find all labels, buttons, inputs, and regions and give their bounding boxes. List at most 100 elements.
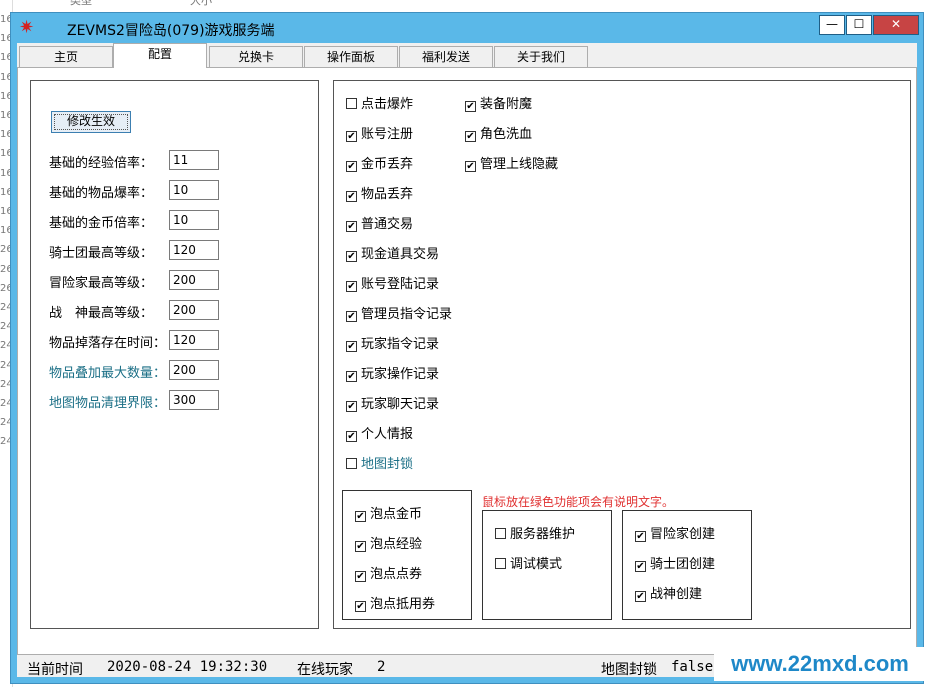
- tab-config[interactable]: 配置: [113, 43, 207, 68]
- tab-operation-panel[interactable]: 操作面板: [304, 46, 398, 67]
- checkbox-label: 玩家指令记录: [361, 337, 440, 352]
- checkbox-label: 现金道具交易: [361, 247, 440, 262]
- field-label: 地图物品清理界限：: [49, 396, 167, 411]
- map-clear-limit-input[interactable]: [169, 390, 219, 410]
- bg-col-size: 大小: [190, 0, 212, 7]
- title-bar[interactable]: ✷ ZEVMS2冒险岛(079)游戏服务端 — ☐ ✕: [11, 13, 923, 43]
- checked-checkbox-icon[interactable]: ✔: [346, 371, 357, 382]
- online-players-label: 在线玩家: [297, 662, 353, 678]
- checkbox-label: 角色洗血: [480, 127, 533, 142]
- client-area: 主页 配置 兑换卡 操作面板 福利发送 关于我们 修改生效 基础的经验倍率： 基…: [17, 43, 917, 678]
- checkbox-label: 泡点经验: [370, 537, 423, 552]
- option-checkbox[interactable]: ✔ 个人情报: [346, 423, 413, 442]
- unchecked-checkbox-icon[interactable]: [346, 458, 357, 469]
- field-label: 基础的经验倍率：: [49, 156, 154, 171]
- checked-checkbox-icon[interactable]: ✔: [346, 281, 357, 292]
- exp-rate-input[interactable]: [169, 150, 219, 170]
- aran-max-level-input[interactable]: [169, 300, 219, 320]
- option-checkbox[interactable]: ✔ 管理上线隐藏: [465, 153, 558, 172]
- checked-checkbox-icon[interactable]: ✔: [465, 161, 476, 172]
- checked-checkbox-icon[interactable]: ✔: [346, 221, 357, 232]
- checked-checkbox-icon[interactable]: ✔: [346, 251, 357, 262]
- adventurer-max-level-input[interactable]: [169, 270, 219, 290]
- tab-welfare[interactable]: 福利发送: [399, 46, 493, 67]
- checkbox-label: 调试模式: [510, 557, 563, 572]
- field-label: 战 神最高等级：: [49, 306, 154, 321]
- option-checkbox[interactable]: ✔ 金币丢弃: [346, 153, 414, 172]
- unchecked-checkbox-icon[interactable]: [346, 98, 357, 109]
- checked-checkbox-icon[interactable]: ✔: [346, 311, 357, 322]
- stack-max-input[interactable]: [169, 360, 219, 380]
- checked-checkbox-icon[interactable]: ✔: [346, 161, 357, 172]
- option-checkbox[interactable]: ✔ 玩家操作记录: [346, 363, 439, 382]
- checked-checkbox-icon[interactable]: ✔: [355, 541, 366, 552]
- checkbox-label: 泡点点券: [370, 567, 423, 582]
- option-checkbox[interactable]: ✔ 玩家指令记录: [346, 333, 440, 352]
- options-panel: 鼠标放在绿色功能项会有说明文字。 ✔ 泡点金币 ✔ 泡点经验 ✔ 泡点点券 ✔ 泡点抵用券 服…: [333, 80, 911, 629]
- field-label: 物品叠加最大数量：: [49, 366, 167, 381]
- knight-max-level-input[interactable]: [169, 240, 219, 260]
- tab-exchange-card[interactable]: 兑换卡: [209, 46, 303, 67]
- checked-checkbox-icon[interactable]: ✔: [346, 131, 357, 142]
- checkbox-label: 战神创建: [650, 587, 703, 602]
- create-checkbox[interactable]: ✔ 骑士团创建: [635, 553, 715, 572]
- checked-checkbox-icon[interactable]: ✔: [465, 101, 476, 112]
- hint-text: 鼠标放在绿色功能项会有说明文字。: [482, 495, 675, 509]
- app-logo-icon: ✷: [19, 17, 35, 38]
- checked-checkbox-icon[interactable]: ✔: [346, 191, 357, 202]
- meso-rate-input[interactable]: [169, 210, 219, 230]
- checked-checkbox-icon[interactable]: ✔: [355, 511, 366, 522]
- unchecked-checkbox-icon[interactable]: [495, 558, 506, 569]
- option-checkbox[interactable]: ✔ 玩家聊天记录: [346, 393, 440, 412]
- option-checkbox[interactable]: ✔ 物品丢弃: [346, 183, 414, 202]
- option-checkbox[interactable]: ✔ 普通交易: [346, 213, 414, 232]
- bubble-checkbox[interactable]: ✔ 泡点抵用券: [355, 593, 435, 612]
- checked-checkbox-icon[interactable]: ✔: [346, 431, 357, 442]
- tab-home[interactable]: 主页: [19, 46, 113, 67]
- window-title: ZEVMS2冒险岛(079)游戏服务端: [67, 23, 275, 39]
- create-checkbox[interactable]: ✔ 冒险家创建: [635, 523, 715, 542]
- checkbox-label: 普通交易: [361, 217, 414, 232]
- bubble-checkbox[interactable]: ✔ 泡点经验: [355, 533, 423, 552]
- checked-checkbox-icon[interactable]: ✔: [635, 561, 646, 572]
- checkbox-label: 金币丢弃: [361, 157, 414, 172]
- close-button[interactable]: ✕: [873, 15, 919, 35]
- checked-checkbox-icon[interactable]: ✔: [346, 401, 357, 412]
- server-checkbox[interactable]: 服务器维护: [495, 523, 575, 542]
- option-checkbox[interactable]: ✔ 账号注册: [346, 123, 413, 142]
- current-time-label: 当前时间: [27, 662, 83, 678]
- server-mode-group: 服务器维护 调试模式: [482, 510, 612, 620]
- option-checkbox[interactable]: 点击爆炸: [346, 93, 413, 112]
- option-checkbox[interactable]: ✔ 装备附魔: [465, 93, 532, 112]
- checked-checkbox-icon[interactable]: ✔: [355, 601, 366, 612]
- field-label: 物品掉落存在时间：: [49, 336, 167, 351]
- maximize-button[interactable]: ☐: [846, 15, 872, 35]
- option-checkbox[interactable]: ✔ 角色洗血: [465, 123, 533, 142]
- config-page: 修改生效 基础的经验倍率： 基础的物品爆率： 基础的金币倍率： 骑士团最高等级：: [17, 67, 917, 655]
- drop-duration-input[interactable]: [169, 330, 219, 350]
- online-players-value: 2: [377, 659, 386, 675]
- server-checkbox[interactable]: 调试模式: [495, 553, 563, 572]
- checkbox-label: 账号登陆记录: [361, 277, 440, 292]
- checkbox-label: 管理员指令记录: [361, 307, 453, 322]
- checked-checkbox-icon[interactable]: ✔: [355, 571, 366, 582]
- checked-checkbox-icon[interactable]: ✔: [635, 531, 646, 542]
- option-checkbox[interactable]: ✔ 管理员指令记录: [346, 303, 453, 322]
- checked-checkbox-icon[interactable]: ✔: [346, 341, 357, 352]
- current-time-value: 2020-08-24 19:32:30: [107, 659, 268, 675]
- option-checkbox[interactable]: ✔ 现金道具交易: [346, 243, 440, 262]
- drop-rate-input[interactable]: [169, 180, 219, 200]
- option-checkbox[interactable]: ✔ 账号登陆记录: [346, 273, 440, 292]
- create-checkbox[interactable]: ✔ 战神创建: [635, 583, 703, 602]
- apply-button[interactable]: 修改生效: [51, 111, 131, 133]
- bubble-checkbox[interactable]: ✔ 泡点金币: [355, 503, 422, 522]
- minimize-button[interactable]: —: [819, 15, 845, 35]
- checked-checkbox-icon[interactable]: ✔: [465, 131, 476, 142]
- option-checkbox[interactable]: 地图封锁: [346, 453, 413, 472]
- bubble-checkbox[interactable]: ✔ 泡点点券: [355, 563, 423, 582]
- unchecked-checkbox-icon[interactable]: [495, 528, 506, 539]
- tab-about[interactable]: 关于我们: [494, 46, 588, 67]
- checkbox-label: 物品丢弃: [361, 187, 414, 202]
- checked-checkbox-icon[interactable]: ✔: [635, 591, 646, 602]
- checkbox-label: 玩家聊天记录: [361, 397, 440, 412]
